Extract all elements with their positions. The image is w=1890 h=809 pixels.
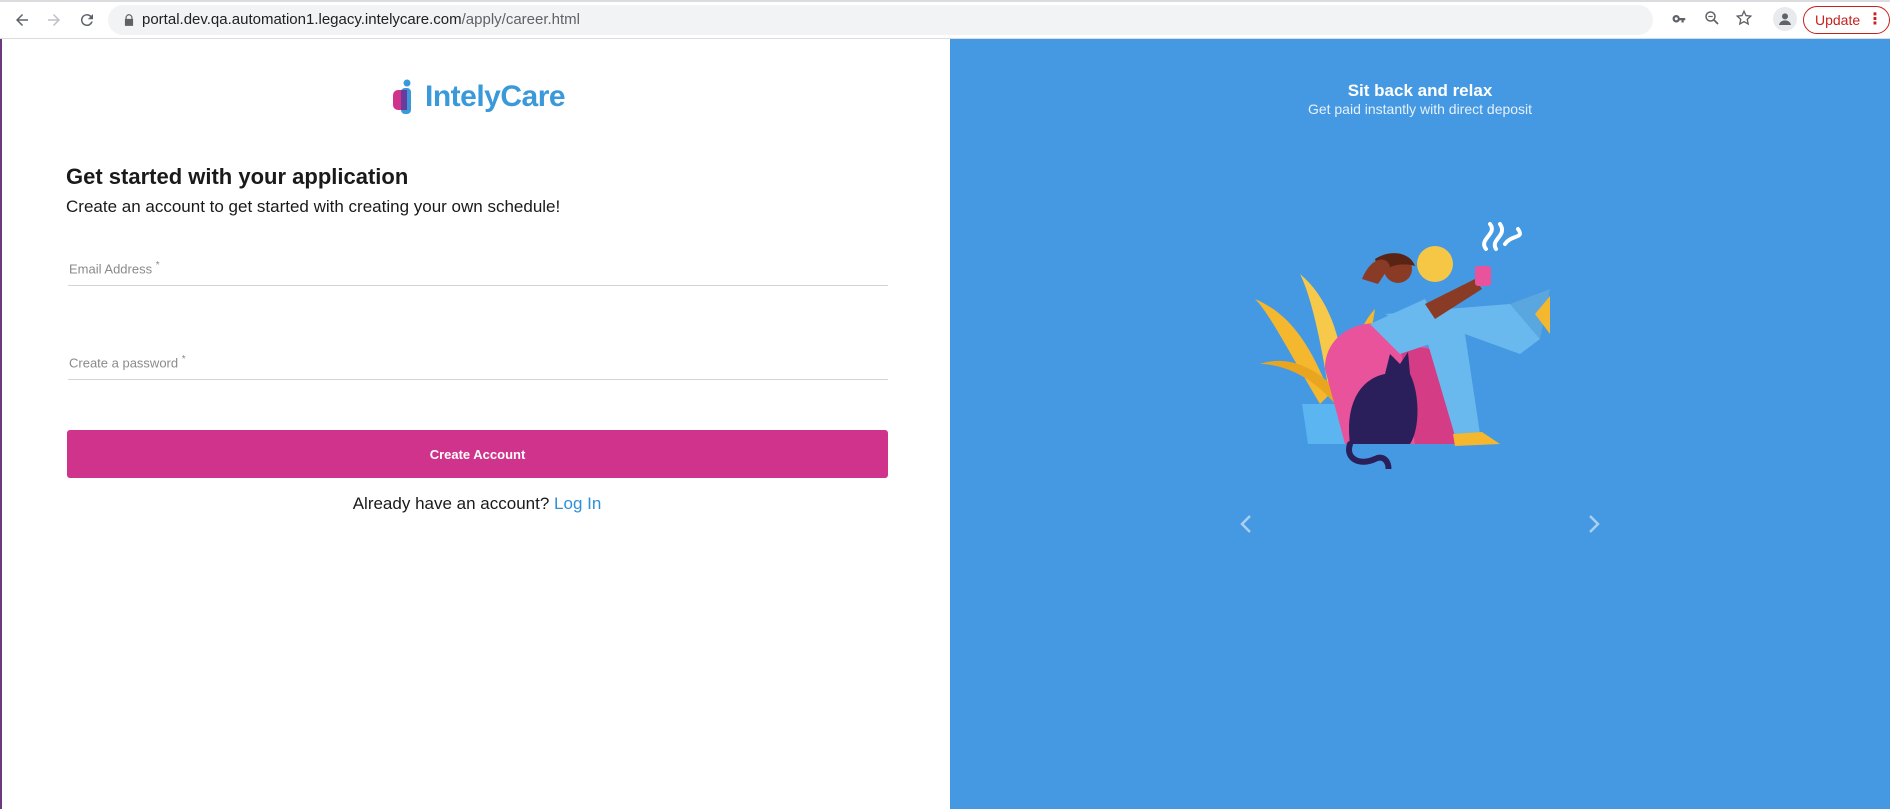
email-field[interactable]: Email Address * [68, 256, 888, 286]
profile-icon [1779, 13, 1791, 25]
menu-dots-icon[interactable]: ⋮ [1867, 7, 1883, 33]
update-label: Update [1815, 12, 1861, 28]
promo-carousel: Sit back and relax Get paid instantly wi… [950, 39, 1890, 809]
url-host: portal.dev.qa.automation1.legacy.intelyc… [142, 11, 462, 28]
forward-button[interactable] [42, 8, 66, 32]
zoom-icon[interactable] [1703, 9, 1721, 27]
intelycare-logo-mark [393, 79, 411, 114]
signup-panel: IntelyCare Get started with your applica… [0, 39, 950, 809]
login-prompt-text: Already have an account? [352, 494, 550, 513]
address-bar[interactable]: portal.dev.qa.automation1.legacy.intelyc… [108, 5, 1653, 35]
forward-icon [48, 14, 60, 26]
email-input[interactable] [68, 256, 888, 285]
reload-button[interactable] [75, 8, 99, 32]
back-button[interactable] [10, 8, 34, 32]
url-text[interactable]: portal.dev.qa.automation1.legacy.intelyc… [142, 11, 580, 29]
url-path: /apply/career.html [461, 11, 581, 28]
slide-title: Sit back and relax [1347, 81, 1493, 100]
password-input[interactable] [68, 350, 888, 379]
tab-strip-edge [0, 0, 1890, 2]
browser-toolbar: portal.dev.qa.automation1.legacy.intelyc… [0, 0, 1890, 39]
lock-icon[interactable] [122, 13, 136, 27]
chevron-left-icon[interactable] [1237, 513, 1255, 535]
profile-button[interactable] [1773, 7, 1797, 31]
form-heading: Get started with your application [66, 164, 409, 189]
brand-name: IntelyCare [425, 80, 566, 113]
login-prompt: Already have an account? Log In [2, 494, 952, 514]
slide-subtitle: Get paid instantly with direct deposit [1307, 101, 1533, 117]
relaxing-person-illustration [1255, 222, 1550, 469]
password-field[interactable]: Create a password * [68, 350, 888, 380]
star-icon[interactable] [1735, 9, 1753, 27]
intelycare-logo: IntelyCare [391, 77, 566, 117]
update-button[interactable]: Update ⋮ [1803, 6, 1890, 34]
create-account-button[interactable]: Create Account [67, 430, 888, 478]
reload-icon [80, 14, 93, 27]
login-link[interactable]: Log In [554, 494, 601, 513]
key-icon[interactable] [1671, 9, 1689, 27]
form-subheading: Create an account to get started with cr… [66, 197, 561, 216]
chevron-right-icon[interactable] [1585, 513, 1603, 535]
back-icon [16, 14, 28, 26]
